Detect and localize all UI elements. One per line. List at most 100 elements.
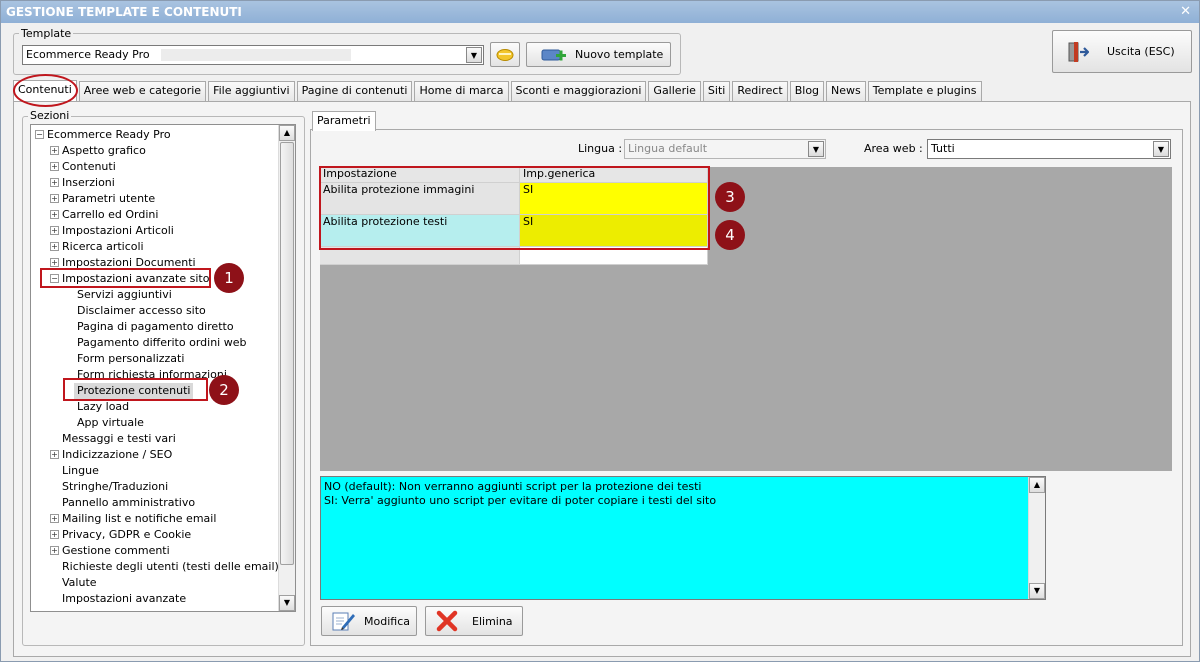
tab-home-marca[interactable]: Home di marca [414, 81, 509, 101]
tab-pagine-contenuti[interactable]: Pagine di contenuti [296, 81, 413, 101]
expand-icon[interactable]: + [50, 226, 59, 235]
tree-item[interactable]: Richieste degli utenti (testi delle emai… [62, 559, 279, 575]
tree-scrollbar[interactable]: ▲ ▼ [278, 125, 295, 611]
tree-item[interactable]: Valute [62, 575, 97, 591]
chevron-down-icon[interactable]: ▼ [808, 141, 824, 157]
chevron-down-icon[interactable]: ▼ [466, 47, 482, 63]
tree-item[interactable]: Aspetto grafico [62, 143, 146, 159]
expand-icon[interactable]: + [50, 194, 59, 203]
tree-item[interactable]: Lingue [62, 463, 99, 479]
delete-button[interactable]: Elimina [425, 606, 523, 636]
tab-siti[interactable]: Siti [702, 81, 731, 101]
callout-badge-2: 2 [209, 375, 239, 405]
tree-item[interactable]: Inserzioni [62, 175, 115, 191]
setting-description: NO (default): Non verranno aggiunti scri… [320, 476, 1046, 600]
tab-gallerie[interactable]: Gallerie [648, 81, 701, 101]
callout-badge-1: 1 [214, 263, 244, 293]
tree-item[interactable]: Disclaimer accesso sito [77, 303, 206, 319]
area-select[interactable]: Tutti ▼ [927, 139, 1171, 159]
expand-icon[interactable]: + [50, 514, 59, 523]
tree-item[interactable]: Lazy load [77, 399, 129, 415]
main-tabs: Contenuti Aree web e categorie File aggi… [13, 80, 984, 101]
scroll-thumb[interactable] [280, 142, 294, 565]
description-line: NO (default): Non verranno aggiunti scri… [324, 480, 702, 493]
chevron-down-icon[interactable]: ▼ [1153, 141, 1169, 157]
tree-item[interactable]: Gestione commenti [62, 543, 170, 559]
area-label: Area web : [864, 142, 923, 155]
tree-item[interactable]: Pagamento differito ordini web [77, 335, 246, 351]
description-scrollbar[interactable]: ▲ ▼ [1028, 477, 1045, 599]
tab-file-aggiuntivi[interactable]: File aggiuntivi [208, 81, 295, 101]
add-template-icon [541, 49, 566, 60]
exit-door-icon [1068, 41, 1089, 62]
tree-item[interactable]: Ricerca articoli [62, 239, 144, 255]
tree-item[interactable]: Privacy, GDPR e Cookie [62, 527, 191, 543]
expand-icon[interactable]: + [50, 530, 59, 539]
tab-sconti[interactable]: Sconti e maggiorazioni [510, 81, 647, 101]
template-select[interactable]: Ecommerce Ready Pro ▼ [22, 45, 484, 65]
tab-news[interactable]: News [826, 81, 866, 101]
description-line: SI: Verra' aggiunto uno script per evita… [324, 494, 717, 507]
delete-x-icon [436, 610, 458, 632]
tree-item[interactable]: Servizi aggiuntivi [77, 287, 172, 303]
scroll-up-icon[interactable]: ▲ [1029, 477, 1045, 493]
expand-icon[interactable]: + [50, 162, 59, 171]
language-label: Lingua : [578, 142, 623, 155]
delete-label: Elimina [472, 614, 513, 628]
tree-item[interactable]: App virtuale [77, 415, 144, 431]
expand-icon[interactable]: + [50, 146, 59, 155]
area-value: Tutti [931, 142, 955, 155]
language-value: Lingua default [628, 142, 708, 155]
folder-icon [496, 48, 514, 61]
tree-item[interactable]: Carrello ed Ordini [62, 207, 158, 223]
scroll-down-icon[interactable]: ▼ [279, 595, 295, 611]
tree-item[interactable]: Indicizzazione / SEO [62, 447, 172, 463]
close-icon[interactable]: ✕ [1180, 1, 1191, 23]
tree-item[interactable]: Mailing list e notifiche email [62, 511, 216, 527]
edit-button[interactable]: Modifica [321, 606, 417, 636]
scroll-down-icon[interactable]: ▼ [1029, 583, 1045, 599]
expand-icon[interactable]: + [50, 258, 59, 267]
tab-template-plugins[interactable]: Template e plugins [867, 81, 982, 101]
tree-item[interactable]: Stringhe/Traduzioni [62, 479, 168, 495]
open-template-button[interactable] [490, 42, 520, 67]
tree-item[interactable]: Form personalizzati [77, 351, 184, 367]
new-template-button[interactable]: Nuovo template [526, 42, 671, 67]
tab-aree-web[interactable]: Aree web e categorie [78, 81, 207, 101]
expand-icon[interactable]: + [50, 210, 59, 219]
tree-highlight-advanced [40, 268, 211, 288]
sections-tree: − Ecommerce Ready Pro + Aspetto grafico + Con… [30, 124, 296, 612]
sections-label: Sezioni [28, 109, 72, 122]
tree-item[interactable]: Impostazioni avanzate [62, 591, 186, 607]
tree-item[interactable]: Pagina di pagamento diretto [77, 319, 234, 335]
expand-icon[interactable]: + [50, 242, 59, 251]
tab-redirect[interactable]: Redirect [732, 81, 788, 101]
collapse-icon[interactable]: − [35, 130, 44, 139]
expand-icon[interactable]: + [50, 546, 59, 555]
grid-rows-highlight [319, 166, 710, 250]
tree-item[interactable]: Impostazioni Articoli [62, 223, 174, 239]
expand-icon[interactable]: + [50, 450, 59, 459]
tree-item[interactable]: Ecommerce Ready Pro [47, 127, 171, 143]
edit-pencil-icon [332, 612, 355, 631]
exit-label: Uscita (ESC) [1107, 45, 1175, 58]
tree-item[interactable]: Messaggi e testi vari [62, 431, 176, 447]
tree-highlight-protection [63, 378, 208, 401]
language-select[interactable]: Lingua default ▼ [624, 139, 826, 159]
tree-item[interactable]: Pannello amministrativo [62, 495, 195, 511]
tab-parametri[interactable]: Parametri [312, 111, 376, 131]
window-title: GESTIONE TEMPLATE E CONTENUTI [6, 5, 242, 19]
template-group-label: Template [19, 27, 74, 40]
expand-icon[interactable]: + [50, 178, 59, 187]
exit-button[interactable]: Uscita (ESC) [1052, 30, 1192, 73]
tree-item[interactable]: Contenuti [62, 159, 116, 175]
title-bar: GESTIONE TEMPLATE E CONTENUTI ✕ [1, 1, 1199, 23]
edit-label: Modifica [364, 614, 410, 628]
callout-badge-4: 4 [715, 220, 745, 250]
tab-blog[interactable]: Blog [789, 81, 825, 101]
tab-highlight-circle [13, 74, 78, 107]
redacted-block [161, 49, 351, 61]
main-window: GESTIONE TEMPLATE E CONTENUTI ✕ Template… [0, 0, 1200, 662]
tree-item[interactable]: Parametri utente [62, 191, 155, 207]
scroll-up-icon[interactable]: ▲ [279, 125, 295, 141]
